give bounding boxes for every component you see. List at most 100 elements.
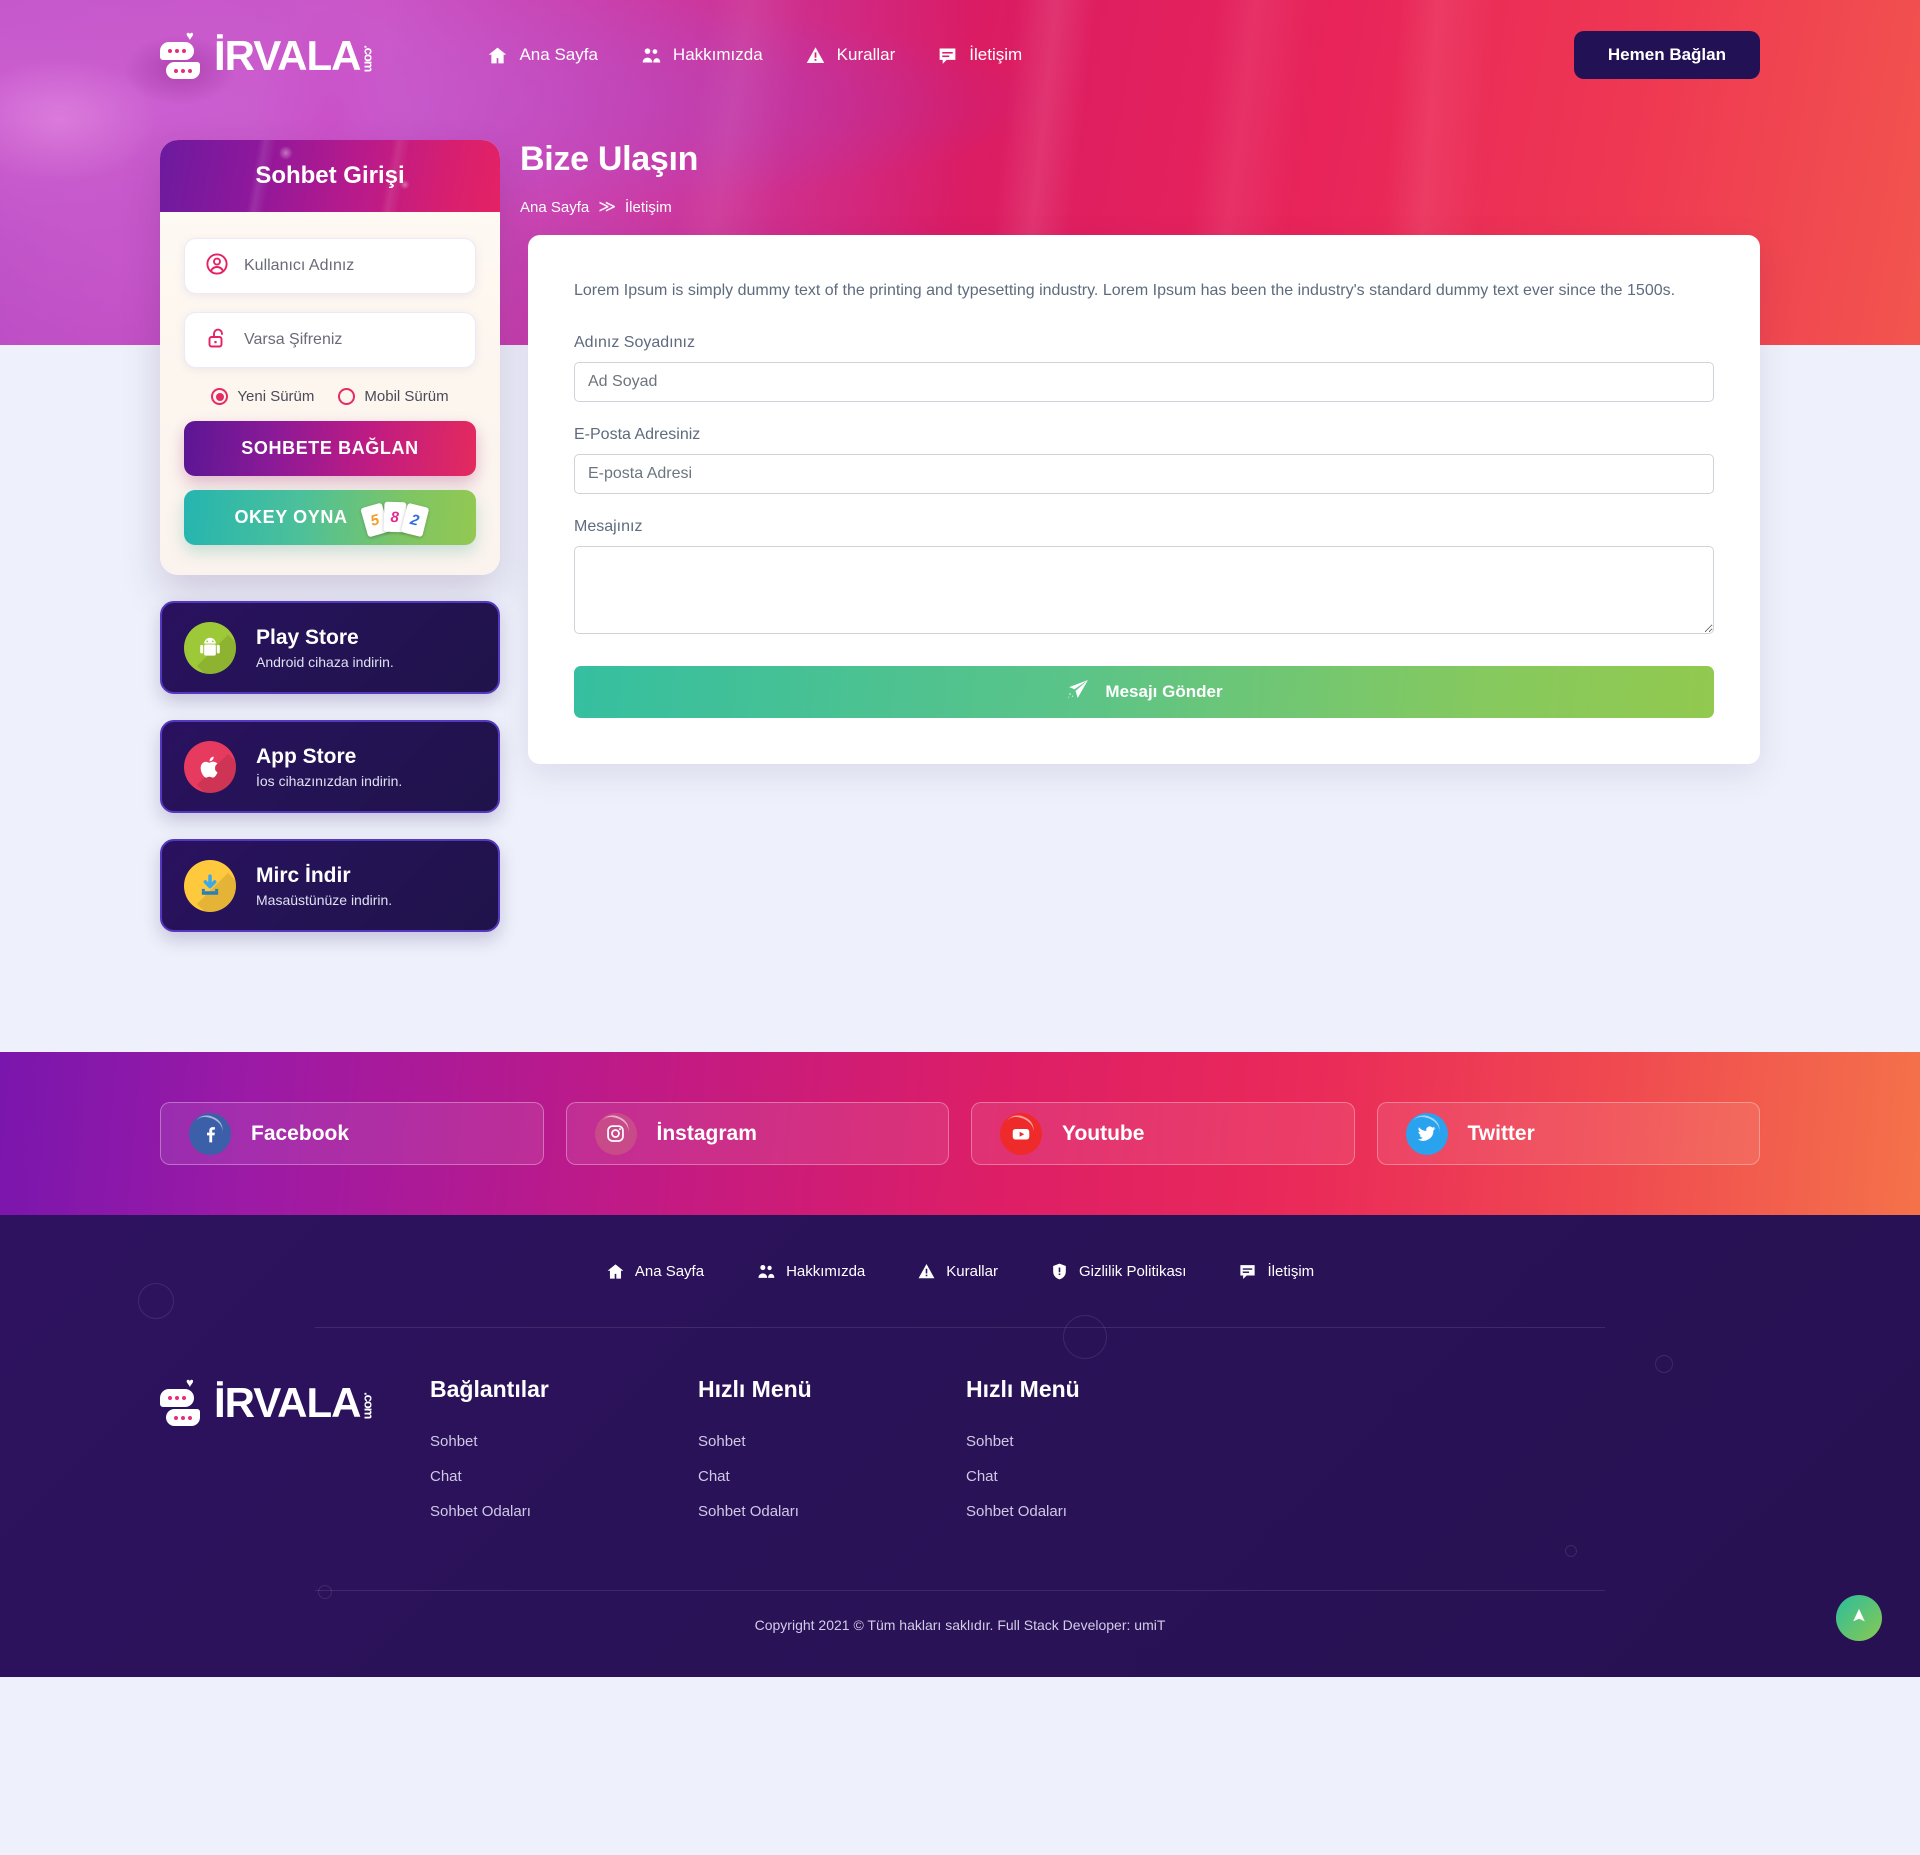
password-field[interactable] [184,312,476,368]
warning-triangle-icon [917,1262,936,1281]
paper-plane-icon [1065,677,1091,706]
username-input[interactable] [244,257,455,275]
footer-nav-label: Ana Sayfa [634,1262,705,1280]
store-card-title: App Store [256,744,357,768]
chat-icon [1238,1262,1257,1281]
store-card-app-store[interactable]: App Store İos cihazınızdan indirin. [160,720,500,813]
heart-icon: ♥ [186,28,194,43]
store-card-play-store[interactable]: Play Store Android cihaza indirin. [160,601,500,694]
twitter-icon [1405,1112,1448,1155]
radio-yeni-surum[interactable]: Yeni Sürüm [211,388,314,405]
username-field[interactable] [184,238,476,294]
scroll-to-top-icon [1849,1606,1869,1631]
version-radio-group: Yeni Sürüm Mobil Sürüm [184,388,476,405]
store-card-subtitle: İos cihazınızdan indirin. [256,773,403,790]
download-icon [184,859,236,912]
android-icon [184,621,236,674]
store-card-title: Play Store [256,625,359,649]
social-button-twitter[interactable]: Twitter [1376,1102,1760,1165]
login-card-header: Sohbet Girişi [160,140,500,212]
footer-link[interactable]: Sohbet Odaları [698,1503,966,1520]
contact-intro-text: Lorem Ipsum is simply dummy text of the … [574,282,1676,299]
radio-dot-selected-icon [211,388,229,405]
message-textarea[interactable] [574,545,1714,634]
footer-column-title: Hızlı Menü [698,1376,812,1402]
name-label: Adınız Soyadınız [574,333,695,351]
warning-triangle-icon [805,45,826,66]
social-label: Youtube [1062,1121,1145,1145]
store-card-text: Mirc İndir Masaüstünüze indirin. [256,863,392,908]
social-label: İnstagram [656,1121,757,1145]
apple-icon [184,740,236,793]
nav-item-label: Ana Sayfa [519,45,598,64]
footer-link[interactable]: Chat [698,1468,966,1485]
message-label: Mesajınız [574,517,643,535]
radio-mobil-surum[interactable]: Mobil Sürüm [338,388,449,405]
play-okey-button[interactable]: OKEY OYNA 5 8 2 [184,490,476,545]
okey-tiles-icon: 5 8 2 [359,500,429,537]
footer-nav-item-hakkimizda[interactable]: Hakkımızda [756,1262,865,1281]
store-card-subtitle: Android cihaza indirin. [256,654,394,671]
footer-column-hizli-menu-2: Hızlı Menü Sohbet Chat Sohbet Odaları [966,1376,1234,1538]
nav-item-hakkimizda[interactable]: Hakkımızda [640,45,763,66]
send-message-button[interactable]: Mesajı Gönder [574,665,1714,718]
store-card-title: Mirc İndir [256,863,351,887]
footer-nav-label: Kurallar [946,1262,998,1280]
footer-link[interactable]: Sohbet [698,1433,966,1450]
connect-to-chat-button[interactable]: SOHBETE BAĞLAN [184,421,476,476]
footer-column-baglantilar: Bağlantılar Sohbet Chat Sohbet Odaları [430,1376,698,1538]
social-buttons: Facebook İnstagram Youtube Twitter [160,1102,1760,1165]
unlock-icon [205,326,229,355]
footer-logo[interactable]: ♥ İRVALA .com [160,1375,430,1426]
logo-suffix: .com [361,44,377,71]
social-button-youtube[interactable]: Youtube [971,1102,1355,1165]
store-card-mirc-indir[interactable]: Mirc İndir Masaüstünüze indirin. [160,839,500,932]
facebook-icon [189,1112,231,1155]
radio-dot-icon [338,388,356,405]
social-label: Twitter [1467,1121,1535,1145]
footer-link[interactable]: Chat [430,1468,698,1485]
footer-nav-item-gizlilik-politikasi[interactable]: Gizlilik Politikası [1050,1262,1187,1281]
footer-column-title: Bağlantılar [430,1376,549,1402]
site-logo[interactable]: ♥ İRVALA .com [160,28,377,79]
scroll-to-top-button[interactable] [1836,1595,1882,1641]
copyright-text: Copyright 2021 © Tüm hakları saklıdır. F… [754,1617,1166,1633]
chat-login-card: Sohbet Girişi Kullanıcı Adınız Yeni Sürü… [160,140,500,575]
footer-link[interactable]: Sohbet [966,1433,1234,1450]
login-card-body: Yeni Sürüm Mobil Sürüm SOHBETE BAĞLAN OK… [160,212,500,575]
footer-column-hizli-menu-1: Hızlı Menü Sohbet Chat Sohbet Odaları [698,1376,966,1538]
footer-link[interactable]: Sohbet Odaları [966,1503,1234,1520]
nav-item-label: İletişim [969,45,1023,64]
top-navigation-bar: ♥ İRVALA .com Ana Sayfa Hakkımızda Kural… [160,0,1760,110]
nav-item-kurallar[interactable]: Kurallar [805,45,895,66]
social-button-facebook[interactable]: Facebook [160,1102,544,1165]
nav-links: Ana Sayfa Hakkımızda Kurallar İletişim [487,45,1022,66]
footer-nav-label: Hakkımızda [786,1262,866,1280]
main-content: Sohbet Girişi Kullanıcı Adınız Yeni Sürü… [160,140,1760,1052]
footer-column-title: Hızlı Menü [966,1376,1080,1402]
connect-now-button[interactable]: Hemen Bağlan [1573,31,1760,79]
footer-nav-item-ana-sayfa[interactable]: Ana Sayfa [606,1262,704,1281]
nav-item-iletisim[interactable]: İletişim [937,45,1022,66]
people-icon [756,1262,776,1281]
footer-link[interactable]: Sohbet Odaları [430,1503,698,1520]
play-okey-label: OKEY OYNA [234,507,348,527]
name-input[interactable] [574,361,1714,402]
user-circle-icon [205,252,229,281]
footer-nav-item-iletisim[interactable]: İletişim [1238,1262,1314,1281]
footer-logo-suffix: .com [361,1391,377,1418]
footer-columns: ♥ İRVALA .com Bağlantılar Sohbet Chat So… [160,1328,1760,1590]
password-input[interactable] [244,331,455,349]
footer-nav-label: Gizlilik Politikası [1078,1262,1187,1280]
nav-item-ana-sayfa[interactable]: Ana Sayfa [487,45,598,66]
footer-navigation: Ana Sayfa Hakkımızda Kurallar Gizlilik P… [160,1215,1760,1327]
footer-nav-item-kurallar[interactable]: Kurallar [917,1262,998,1281]
heart-icon: ♥ [186,1375,194,1390]
social-button-instagram[interactable]: İnstagram [565,1102,949,1165]
youtube-icon [1000,1112,1042,1155]
footer-link[interactable]: Chat [966,1468,1234,1485]
footer-link[interactable]: Sohbet [430,1433,698,1450]
radio-label: Yeni Sürüm [237,388,315,405]
footer-logo-text: İRVALA [214,1379,361,1426]
email-input[interactable] [574,453,1714,494]
